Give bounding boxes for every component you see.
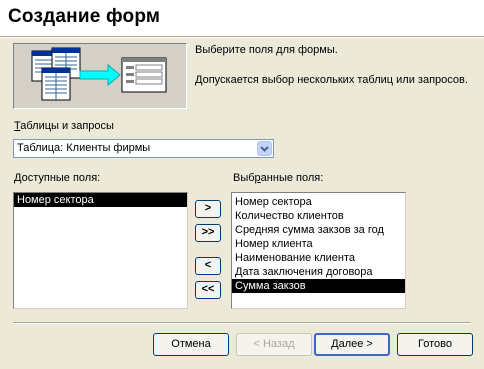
- source-label-text: аблицы и запросы: [20, 120, 114, 132]
- wizard-illustration: [13, 43, 187, 109]
- wizard-title: Создание форм: [8, 6, 161, 27]
- header-divider-highlight: [0, 37, 484, 38]
- add-field-button[interactable]: >: [195, 200, 221, 218]
- list-item[interactable]: Наименование клиента: [232, 251, 405, 265]
- selected-fields-label: Выбранные поля:: [233, 172, 323, 184]
- tables-queries-select-value: Таблица: Клиенты фирмы: [17, 142, 151, 154]
- selected-label-text-before: Выб: [233, 172, 255, 184]
- available-label-accesskey: Д: [14, 172, 22, 184]
- list-item[interactable]: Количество клиентов: [232, 209, 405, 223]
- available-label-text: оступные поля:: [21, 172, 101, 184]
- wizard-header: Создание форм: [0, 0, 484, 36]
- list-item[interactable]: Номер сектора: [14, 193, 187, 207]
- cancel-button[interactable]: Отмена: [153, 333, 229, 356]
- list-item[interactable]: Номер клиента: [232, 237, 405, 251]
- next-button[interactable]: Далее >: [314, 333, 390, 356]
- selected-label-text-after: анные поля:: [260, 172, 324, 184]
- dropdown-button[interactable]: [257, 141, 272, 156]
- back-button[interactable]: < Назад: [236, 333, 312, 356]
- tables-to-form-icon: [31, 47, 167, 101]
- chevron-down-icon: [260, 146, 269, 152]
- list-item[interactable]: Номер сектора: [232, 195, 405, 209]
- list-item[interactable]: Средняя сумма закзов за год: [232, 223, 405, 237]
- finish-button[interactable]: Готово: [397, 333, 473, 356]
- source-label: Таблицы и запросы: [14, 120, 114, 132]
- available-fields-label: Доступные поля:: [14, 172, 100, 184]
- selected-fields-list[interactable]: Номер сектора Количество клиентов Средня…: [231, 192, 406, 309]
- list-item[interactable]: Дата заключения договора: [232, 265, 405, 279]
- remove-field-button[interactable]: <: [195, 257, 221, 275]
- tables-queries-select[interactable]: Таблица: Клиенты фирмы: [13, 139, 274, 158]
- add-all-fields-button[interactable]: >>: [195, 224, 221, 242]
- description-line-2: Допускается выбор нескольких таблиц или …: [195, 74, 468, 86]
- remove-all-fields-button[interactable]: <<: [195, 281, 221, 299]
- available-fields-list[interactable]: Номер сектора: [13, 192, 188, 309]
- footer-divider-highlight: [13, 323, 471, 324]
- list-item[interactable]: Сумма закзов: [232, 279, 405, 293]
- description-line-1: Выберите поля для формы.: [195, 44, 338, 56]
